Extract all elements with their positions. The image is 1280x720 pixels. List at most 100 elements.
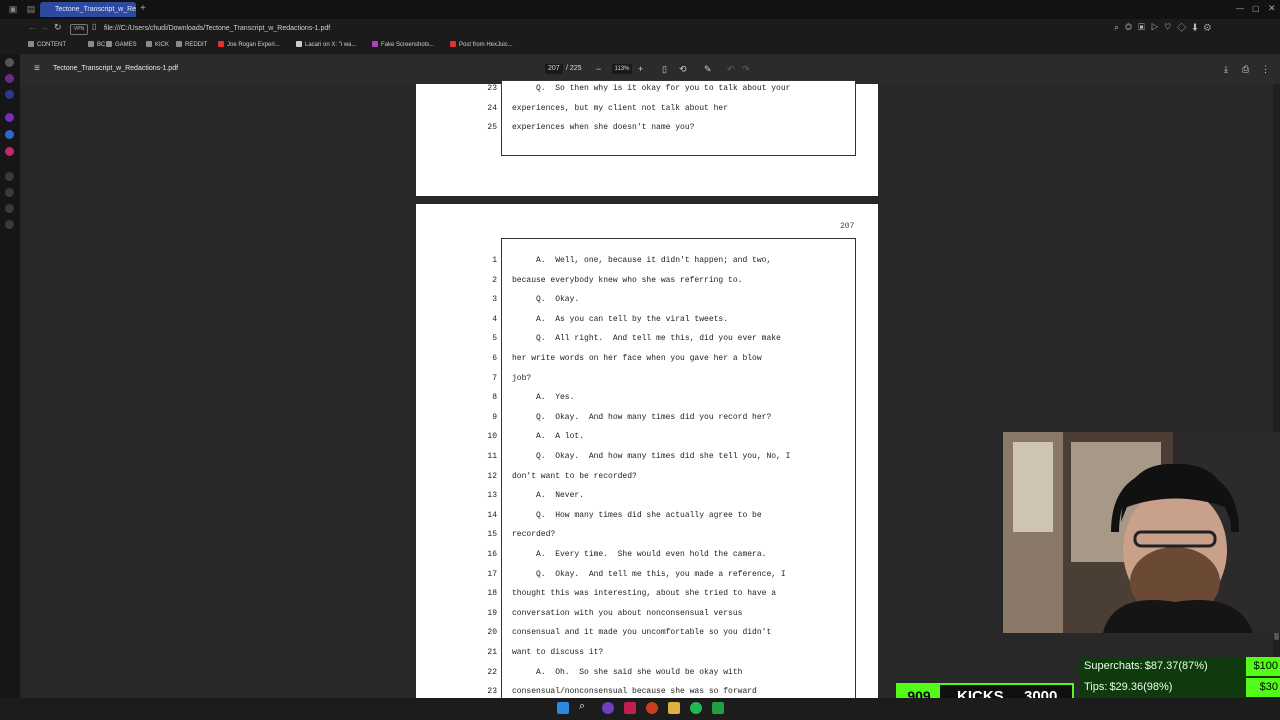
transcript-previous-lines: 23 Q. So then why is it okay for you to … (467, 84, 867, 144)
workspace-icon[interactable]: ▣ (8, 4, 18, 14)
bookmark-item[interactable]: REDDIT (176, 40, 207, 51)
line-number: 1 (492, 256, 497, 265)
app-icon[interactable] (602, 702, 614, 714)
line-text[interactable]: A. Never. (512, 491, 584, 500)
minimize-icon[interactable]: — (1236, 4, 1244, 14)
tab-active[interactable]: Tectone_Transcript_w_Rea (40, 2, 136, 17)
line-text[interactable]: A. Well, one, because it didn't happen; … (512, 256, 771, 265)
bookmark-item[interactable]: Joe Rogan Experi... (218, 40, 280, 51)
sidebar-icon-history[interactable] (5, 172, 14, 181)
undo-icon[interactable]: ↶ (727, 62, 735, 76)
forward-icon[interactable]: → (40, 22, 49, 32)
more-options-icon[interactable]: ⋮ (1261, 62, 1270, 76)
search-icon[interactable]: ⌕ (579, 700, 585, 713)
line-text[interactable]: conversation with you about nonconsensua… (512, 609, 742, 618)
bookmark-item[interactable]: Post from HexJuic... (450, 40, 513, 51)
line-text[interactable]: her write words on her face when you gav… (512, 354, 762, 363)
line-text[interactable]: A. Yes. (512, 393, 574, 402)
line-text[interactable]: Q. How many times did she actually agree… (512, 511, 762, 520)
page-total: / 225 (566, 65, 582, 72)
line-number: 9 (492, 412, 497, 422)
draw-icon[interactable]: ✎ (704, 62, 712, 76)
tab-list-icon[interactable]: ▤ (26, 4, 36, 14)
close-icon[interactable]: ✕ (1268, 3, 1276, 13)
bookmark-label: REDDIT (185, 42, 208, 48)
line-text[interactable]: job? (512, 374, 531, 383)
zoom-level[interactable]: 113% (612, 64, 632, 74)
line-text[interactable]: A. Oh. So she said she would be okay wit… (512, 668, 742, 677)
maximize-icon[interactable]: ▢ (1252, 4, 1260, 14)
spotify-icon[interactable] (690, 702, 702, 714)
sidebar-icon-app[interactable] (5, 90, 14, 99)
webcam-overlay (1003, 432, 1280, 633)
bookmark-icon (218, 41, 224, 48)
bookmark-icon (106, 41, 112, 48)
line-number: 3 (492, 295, 497, 305)
line-number: 4 (492, 314, 497, 324)
line-number: 19 (487, 608, 497, 618)
file-explorer-icon[interactable] (668, 702, 680, 714)
line-text[interactable]: recorded? (512, 530, 555, 539)
line-text[interactable]: Q. Okay. And tell me this, you made a re… (512, 570, 786, 579)
goal-target: $100 (1246, 657, 1280, 676)
line-text[interactable]: Q. Okay. And how many times did you reco… (512, 413, 771, 422)
line-number: 11 (487, 452, 497, 461)
fit-page-icon[interactable]: ▯ (662, 62, 667, 76)
line-text[interactable]: because everybody knew who she was refer… (512, 276, 742, 285)
bookmark-icon (450, 41, 456, 48)
bookmark-item[interactable]: GAMES (106, 40, 137, 51)
zoom-out-icon[interactable]: − (596, 62, 601, 76)
vpn-icon[interactable]: VPN (70, 24, 88, 35)
line-number: 5 (492, 334, 497, 344)
sidebar-icon-downloads[interactable] (5, 188, 14, 197)
new-tab-icon[interactable]: + (140, 3, 146, 15)
line-text[interactable]: A. Every time. She would even hold the c… (512, 550, 766, 559)
bookmark-item[interactable]: CONTENT (28, 40, 66, 51)
rotate-icon[interactable]: ⟲ (679, 62, 687, 76)
line-text[interactable]: want to discuss it? (512, 648, 603, 657)
line-text[interactable]: don't want to be recorded? (512, 472, 637, 481)
bookmark-item[interactable]: Fake Screenshots... (372, 40, 434, 51)
line-number: 17 (487, 569, 497, 579)
sidebar-icon-instagram[interactable] (5, 147, 14, 156)
bookmark-item[interactable]: KICK (146, 40, 169, 51)
line-number: 15 (487, 530, 497, 540)
sidebar-icon-notes[interactable] (5, 204, 14, 213)
line-number: 25 (487, 123, 497, 132)
url-input[interactable]: file:///C:/Users/chudi/Downloads/Tectone… (104, 21, 330, 36)
back-icon[interactable]: ← (28, 22, 37, 32)
bookmark-item[interactable]: BC (88, 40, 105, 51)
download-icon[interactable]: ⤓ (1224, 62, 1228, 76)
sidebar-icon-app[interactable] (5, 74, 14, 83)
line-text[interactable]: Q. Okay. And how many times did she tell… (512, 452, 790, 461)
line-text[interactable]: Q. So then why is it okay for you to tal… (512, 84, 790, 93)
line-number: 7 (492, 373, 497, 383)
line-text[interactable]: A. As you can tell by the viral tweets. (512, 315, 728, 324)
sidebar-icon-messenger[interactable] (5, 130, 14, 139)
line-text[interactable]: experiences, but my client not talk abou… (512, 104, 728, 113)
bookmark-item[interactable]: Lacari on X: "i wa... (296, 40, 357, 51)
page-number-input[interactable]: 207 (548, 62, 560, 76)
zoom-in-icon[interactable]: + (638, 62, 643, 76)
line-text[interactable]: A. A lot. (512, 432, 584, 441)
toolbar-icons[interactable]: ⌕◎▣▷♡◇⬇⚙ (1114, 22, 1217, 33)
menu-icon[interactable]: ≡ (34, 62, 40, 76)
sidebar-icon-twitch[interactable] (5, 113, 14, 122)
line-text[interactable]: Q. Okay. (512, 295, 579, 304)
windows-start-icon[interactable] (557, 702, 569, 714)
reload-icon[interactable]: ↻ (54, 22, 62, 33)
line-text[interactable]: thought this was interesting, about she … (512, 589, 776, 598)
transcript-lines: 1 A. Well, one, because it didn't happen… (467, 256, 867, 698)
line-number: 13 (487, 491, 497, 501)
redo-icon[interactable]: ↷ (742, 62, 750, 76)
app-icon[interactable] (646, 702, 658, 714)
sidebar-icon-home[interactable] (5, 58, 14, 67)
xbox-icon[interactable] (712, 702, 724, 714)
line-text[interactable]: consensual and it made you uncomfortable… (512, 628, 771, 637)
sidebar-icon-settings[interactable] (5, 220, 14, 229)
print-icon[interactable]: ⎙ (1242, 62, 1249, 76)
line-text[interactable]: consensual/nonconsensual because she was… (512, 687, 757, 696)
line-text[interactable]: experiences when she doesn't name you? (512, 123, 694, 132)
browser-icon[interactable] (624, 702, 636, 714)
line-text[interactable]: Q. All right. And tell me this, did you … (512, 334, 781, 343)
